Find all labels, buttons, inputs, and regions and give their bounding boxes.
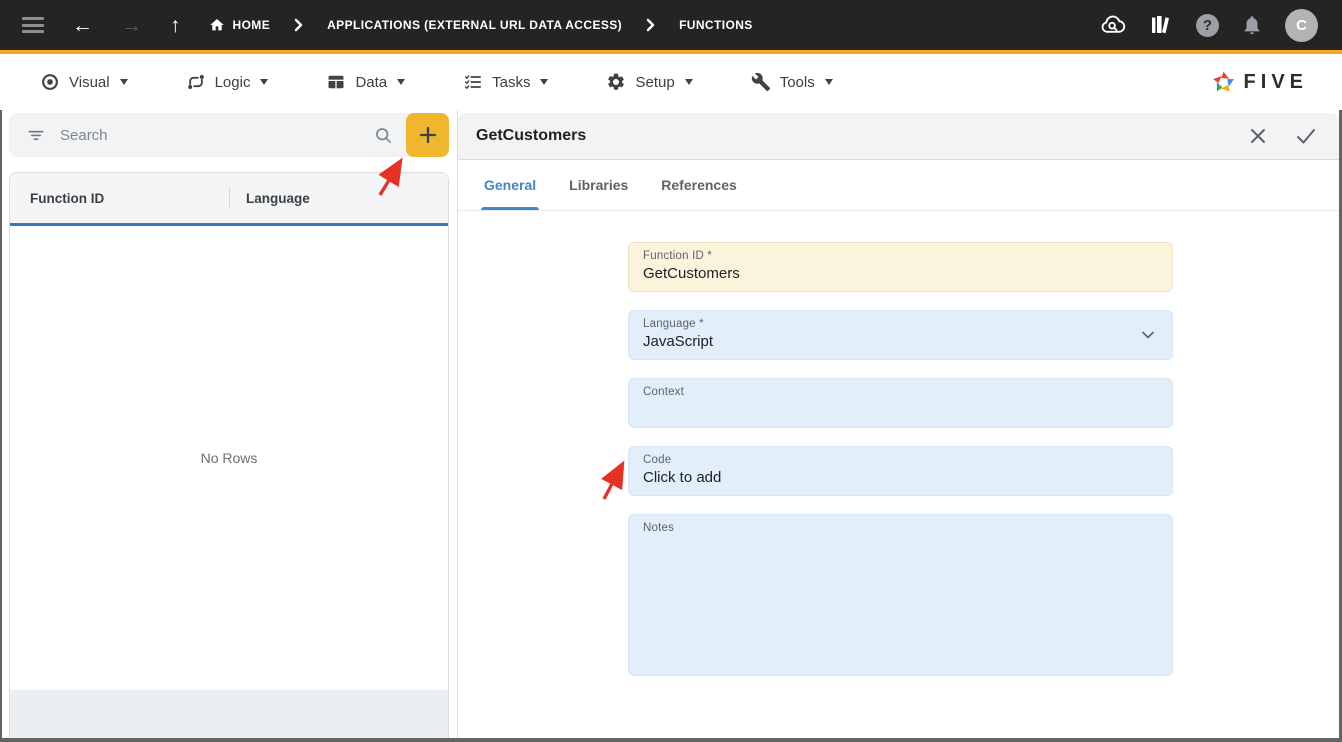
app-window: { "topbar": { "breadcrumbs": [ { "label"… bbox=[0, 0, 1342, 742]
content-frame: Function ID Language No Rows GetCustomer… bbox=[0, 110, 1342, 742]
plus-icon bbox=[416, 123, 440, 147]
menu-data[interactable]: Data bbox=[326, 72, 405, 92]
nav-controls: ← → ↑ bbox=[22, 15, 181, 36]
user-avatar[interactable]: C bbox=[1285, 9, 1318, 42]
detail-header: GetCustomers bbox=[458, 113, 1339, 160]
menu-logic[interactable]: Logic bbox=[186, 72, 269, 92]
functions-list-panel: Function ID Language No Rows bbox=[2, 110, 457, 738]
breadcrumb-functions[interactable]: FUNCTIONS bbox=[679, 18, 753, 32]
data-grid-icon bbox=[326, 72, 346, 92]
five-logo: FIVE bbox=[1210, 69, 1308, 96]
chevron-down-icon bbox=[825, 79, 833, 85]
eye-icon bbox=[40, 72, 60, 92]
forward-button[interactable]: → bbox=[121, 15, 142, 36]
help-icon[interactable]: ? bbox=[1196, 14, 1219, 37]
column-header-function-id[interactable]: Function ID bbox=[10, 191, 229, 206]
notes-value bbox=[643, 537, 1158, 556]
search-icon bbox=[373, 125, 394, 146]
chevron-down-icon[interactable] bbox=[1138, 325, 1158, 350]
detail-tabs: General Libraries References bbox=[458, 160, 1339, 211]
tools-icon bbox=[751, 72, 771, 92]
language-label: Language * bbox=[643, 318, 1158, 330]
function-detail-panel: GetCustomers General Libraries Reference… bbox=[457, 110, 1339, 738]
notes-field[interactable]: Notes bbox=[628, 514, 1173, 676]
menu-tasks[interactable]: Tasks bbox=[463, 72, 548, 92]
hamburger-menu-icon[interactable] bbox=[22, 17, 44, 33]
menu-setup[interactable]: Setup bbox=[606, 72, 692, 92]
search-bar bbox=[9, 113, 449, 157]
search-input[interactable] bbox=[60, 127, 373, 144]
code-label: Code bbox=[643, 454, 1158, 466]
breadcrumb-applications-label: APPLICATIONS (EXTERNAL URL DATA ACCESS) bbox=[327, 18, 622, 32]
detail-header-actions bbox=[1248, 126, 1317, 146]
code-value: Click to add bbox=[643, 469, 1158, 488]
tasks-icon bbox=[463, 72, 483, 92]
menu-tools[interactable]: Tools bbox=[751, 72, 833, 92]
five-wordmark: FIVE bbox=[1244, 71, 1308, 94]
notes-label: Notes bbox=[643, 522, 1158, 534]
language-field[interactable]: Language * JavaScript bbox=[628, 310, 1173, 360]
breadcrumb-applications[interactable]: APPLICATIONS (EXTERNAL URL DATA ACCESS) bbox=[327, 18, 622, 32]
function-id-value: GetCustomers bbox=[643, 265, 1158, 284]
menu-visual[interactable]: Visual bbox=[40, 72, 128, 92]
context-value bbox=[643, 401, 1158, 420]
notifications-bell-icon[interactable] bbox=[1241, 14, 1263, 36]
chevron-right-icon bbox=[294, 18, 303, 32]
cloud-search-icon[interactable] bbox=[1099, 13, 1126, 37]
main-menu-bar: Visual Logic Data Tasks bbox=[0, 54, 1342, 110]
cancel-button[interactable] bbox=[1248, 126, 1268, 146]
language-value: JavaScript bbox=[643, 333, 1158, 352]
chevron-down-icon bbox=[397, 79, 405, 85]
general-form: Function ID * GetCustomers Language * Ja… bbox=[458, 211, 1339, 738]
table-body: No Rows bbox=[10, 226, 448, 690]
functions-table: Function ID Language No Rows bbox=[9, 172, 449, 738]
empty-rows-message: No Rows bbox=[201, 450, 258, 466]
breadcrumb-home-label: HOME bbox=[233, 18, 271, 32]
tab-references[interactable]: References bbox=[661, 160, 737, 210]
function-id-field[interactable]: Function ID * GetCustomers bbox=[628, 242, 1173, 292]
chevron-down-icon bbox=[540, 79, 548, 85]
code-field[interactable]: Code Click to add bbox=[628, 446, 1173, 496]
filter-icon[interactable] bbox=[26, 125, 46, 145]
gear-icon bbox=[606, 72, 626, 92]
home-icon bbox=[209, 17, 225, 33]
topbar-actions: ? C bbox=[1099, 9, 1318, 42]
top-nav-bar: ← → ↑ HOME APPLICATIONS (EXTERNAL URL DA… bbox=[0, 0, 1342, 50]
chevron-down-icon bbox=[120, 79, 128, 85]
function-id-label: Function ID * bbox=[643, 250, 1158, 262]
logic-icon bbox=[186, 72, 206, 92]
chevron-right-icon bbox=[646, 18, 655, 32]
chevron-down-icon bbox=[260, 79, 268, 85]
up-button[interactable]: ↑ bbox=[170, 15, 181, 36]
library-books-icon[interactable] bbox=[1148, 13, 1174, 37]
back-button[interactable]: ← bbox=[72, 15, 93, 36]
save-button[interactable] bbox=[1295, 126, 1317, 146]
add-function-button[interactable] bbox=[406, 113, 449, 157]
record-title: GetCustomers bbox=[476, 127, 586, 145]
tab-libraries[interactable]: Libraries bbox=[569, 160, 628, 210]
breadcrumb-functions-label: FUNCTIONS bbox=[679, 18, 753, 32]
column-header-language[interactable]: Language bbox=[230, 191, 448, 206]
chevron-down-icon bbox=[685, 79, 693, 85]
breadcrumb-home[interactable]: HOME bbox=[209, 17, 271, 33]
context-field[interactable]: Context bbox=[628, 378, 1173, 428]
breadcrumb: HOME APPLICATIONS (EXTERNAL URL DATA ACC… bbox=[209, 17, 753, 33]
context-label: Context bbox=[643, 386, 1158, 398]
table-footer bbox=[10, 690, 448, 738]
five-pinwheel-icon bbox=[1210, 69, 1237, 96]
table-header-row: Function ID Language bbox=[10, 173, 448, 223]
tab-general[interactable]: General bbox=[484, 160, 536, 210]
